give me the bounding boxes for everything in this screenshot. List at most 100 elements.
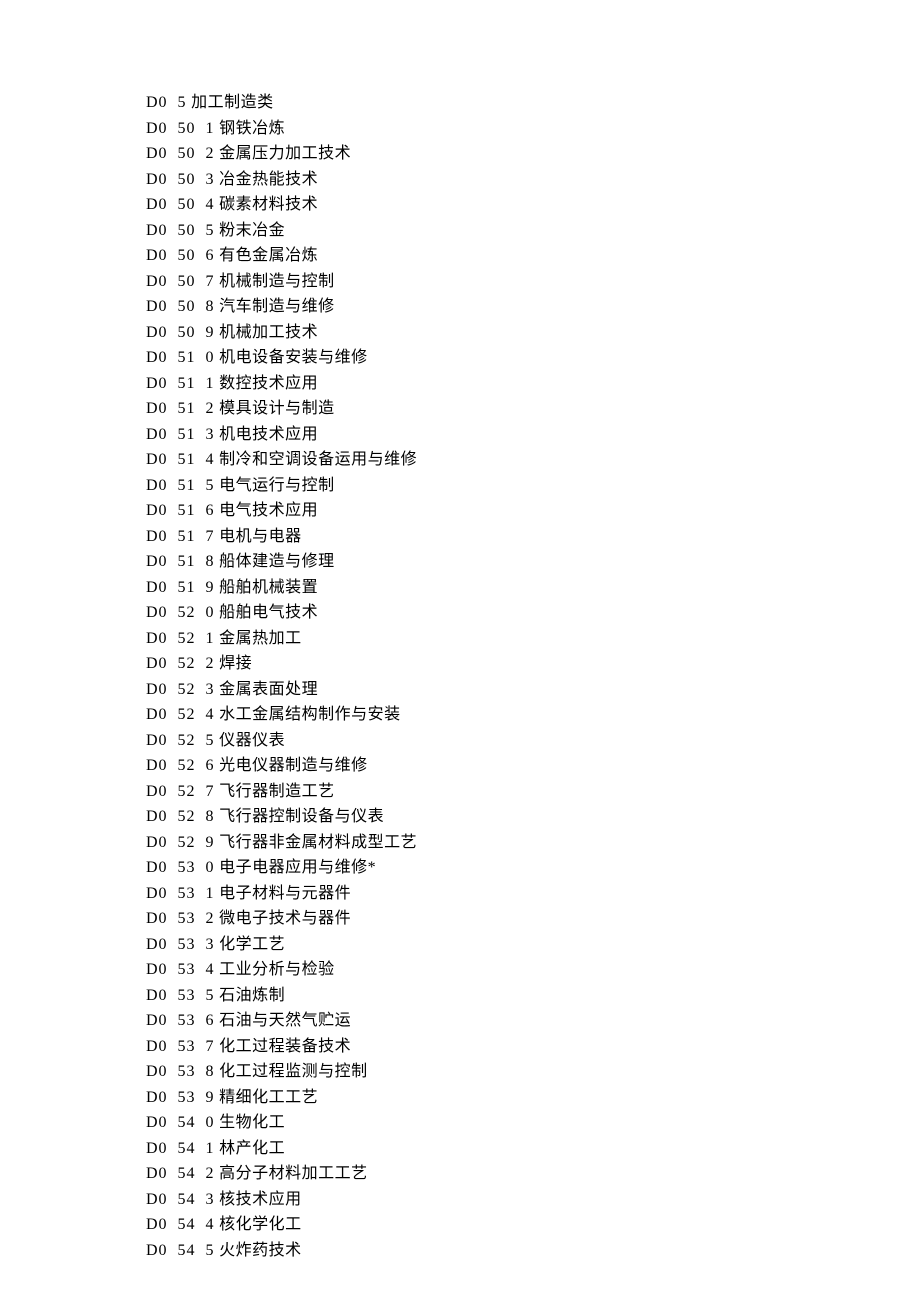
list-item: D0 54 1 林产化工: [146, 1136, 920, 1162]
list-item: D0 52 6 光电仪器制造与维修: [146, 753, 920, 779]
list-item: D0 50 4 碳素材料技术: [146, 192, 920, 218]
classification-code: D0 51 0: [146, 349, 215, 366]
classification-list: D0 5 加工制造类D0 50 1 钢铁冶炼D0 50 2 金属压力加工技术D0…: [146, 90, 920, 1263]
classification-name: 粉末冶金: [219, 222, 285, 239]
classification-name: 火炸药技术: [219, 1242, 302, 1259]
classification-code: D0 54 1: [146, 1140, 215, 1157]
classification-name: 生物化工: [219, 1114, 285, 1131]
list-item: D0 52 3 金属表面处理: [146, 677, 920, 703]
list-item: D0 51 8 船体建造与修理: [146, 549, 920, 575]
classification-name: 化工过程监测与控制: [219, 1063, 368, 1080]
classification-code: D0 53 4: [146, 961, 215, 978]
list-item: D0 51 7 电机与电器: [146, 524, 920, 550]
list-item: D0 52 4 水工金属结构制作与安装: [146, 702, 920, 728]
classification-code: D0 53 5: [146, 987, 215, 1004]
classification-name: 微电子技术与器件: [219, 910, 351, 927]
list-item: D0 51 9 船舶机械装置: [146, 575, 920, 601]
classification-name: 机械加工技术: [219, 324, 318, 341]
list-item: D0 50 2 金属压力加工技术: [146, 141, 920, 167]
classification-name: 加工制造类: [191, 94, 274, 111]
classification-code: D0 53 1: [146, 885, 215, 902]
list-item: D0 51 4 制冷和空调设备运用与维修: [146, 447, 920, 473]
classification-code: D0 52 1: [146, 630, 215, 647]
classification-name: 飞行器控制设备与仪表: [219, 808, 384, 825]
list-item: D0 53 6 石油与天然气贮运: [146, 1008, 920, 1034]
classification-code: D0 52 3: [146, 681, 215, 698]
list-item: D0 54 2 高分子材料加工工艺: [146, 1161, 920, 1187]
classification-code: D0 50 2: [146, 145, 215, 162]
classification-name: 数控技术应用: [219, 375, 318, 392]
classification-code: D0 53 8: [146, 1063, 215, 1080]
classification-code: D0 52 9: [146, 834, 215, 851]
classification-code: D0 5: [146, 94, 187, 111]
list-item: D0 50 8 汽车制造与维修: [146, 294, 920, 320]
classification-name: 核技术应用: [219, 1191, 302, 1208]
classification-name: 化工过程装备技术: [219, 1038, 351, 1055]
classification-name: 船舶电气技术: [219, 604, 318, 621]
list-item: D0 52 5 仪器仪表: [146, 728, 920, 754]
list-item: D0 51 1 数控技术应用: [146, 371, 920, 397]
classification-name: 精细化工工艺: [219, 1089, 318, 1106]
list-item: D0 52 9 飞行器非金属材料成型工艺: [146, 830, 920, 856]
list-item: D0 53 1 电子材料与元器件: [146, 881, 920, 907]
classification-code: D0 53 3: [146, 936, 215, 953]
classification-code: D0 51 9: [146, 579, 215, 596]
classification-name: 冶金热能技术: [219, 171, 318, 188]
list-item: D0 51 3 机电技术应用: [146, 422, 920, 448]
classification-code: D0 53 2: [146, 910, 215, 927]
classification-code: D0 53 7: [146, 1038, 215, 1055]
list-item: D0 53 8 化工过程监测与控制: [146, 1059, 920, 1085]
classification-name: 电子电器应用与维修*: [219, 859, 376, 876]
list-item: D0 52 2 焊接: [146, 651, 920, 677]
classification-name: 光电仪器制造与维修: [219, 757, 368, 774]
list-item: D0 50 1 钢铁冶炼: [146, 116, 920, 142]
list-item: D0 51 6 电气技术应用: [146, 498, 920, 524]
list-item: D0 52 1 金属热加工: [146, 626, 920, 652]
list-item: D0 50 9 机械加工技术: [146, 320, 920, 346]
classification-name: 机电设备安装与维修: [219, 349, 368, 366]
classification-name: 钢铁冶炼: [219, 120, 285, 137]
classification-code: D0 51 3: [146, 426, 215, 443]
classification-code: D0 50 9: [146, 324, 215, 341]
list-item: D0 50 7 机械制造与控制: [146, 269, 920, 295]
classification-code: D0 50 1: [146, 120, 215, 137]
classification-name: 石油炼制: [219, 987, 285, 1004]
classification-name: 金属热加工: [219, 630, 302, 647]
classification-code: D0 52 6: [146, 757, 215, 774]
classification-name: 水工金属结构制作与安装: [219, 706, 401, 723]
classification-code: D0 53 9: [146, 1089, 215, 1106]
classification-code: D0 51 1: [146, 375, 215, 392]
classification-name: 核化学化工: [219, 1216, 302, 1233]
list-item: D0 51 0 机电设备安装与维修: [146, 345, 920, 371]
classification-code: D0 54 4: [146, 1216, 215, 1233]
classification-name: 电机与电器: [219, 528, 302, 545]
list-item: D0 50 3 冶金热能技术: [146, 167, 920, 193]
list-item: D0 53 2 微电子技术与器件: [146, 906, 920, 932]
classification-name: 机电技术应用: [219, 426, 318, 443]
list-item: D0 50 5 粉末冶金: [146, 218, 920, 244]
classification-code: D0 51 4: [146, 451, 215, 468]
classification-name: 仪器仪表: [219, 732, 285, 749]
classification-code: D0 52 4: [146, 706, 215, 723]
classification-name: 汽车制造与维修: [219, 298, 335, 315]
classification-name: 碳素材料技术: [219, 196, 318, 213]
classification-name: 飞行器制造工艺: [219, 783, 335, 800]
classification-name: 制冷和空调设备运用与维修: [219, 451, 417, 468]
list-item: D0 51 2 模具设计与制造: [146, 396, 920, 422]
list-item: D0 54 0 生物化工: [146, 1110, 920, 1136]
classification-code: D0 53 0: [146, 859, 215, 876]
classification-code: D0 54 0: [146, 1114, 215, 1131]
classification-name: 金属压力加工技术: [219, 145, 351, 162]
list-item: D0 53 4 工业分析与检验: [146, 957, 920, 983]
list-item: D0 53 3 化学工艺: [146, 932, 920, 958]
classification-name: 船舶机械装置: [219, 579, 318, 596]
classification-name: 机械制造与控制: [219, 273, 335, 290]
classification-name: 金属表面处理: [219, 681, 318, 698]
classification-code: D0 50 5: [146, 222, 215, 239]
classification-name: 有色金属冶炼: [219, 247, 318, 264]
classification-code: D0 51 7: [146, 528, 215, 545]
classification-code: D0 50 4: [146, 196, 215, 213]
classification-name: 船体建造与修理: [219, 553, 335, 570]
list-item: D0 53 7 化工过程装备技术: [146, 1034, 920, 1060]
classification-code: D0 52 7: [146, 783, 215, 800]
